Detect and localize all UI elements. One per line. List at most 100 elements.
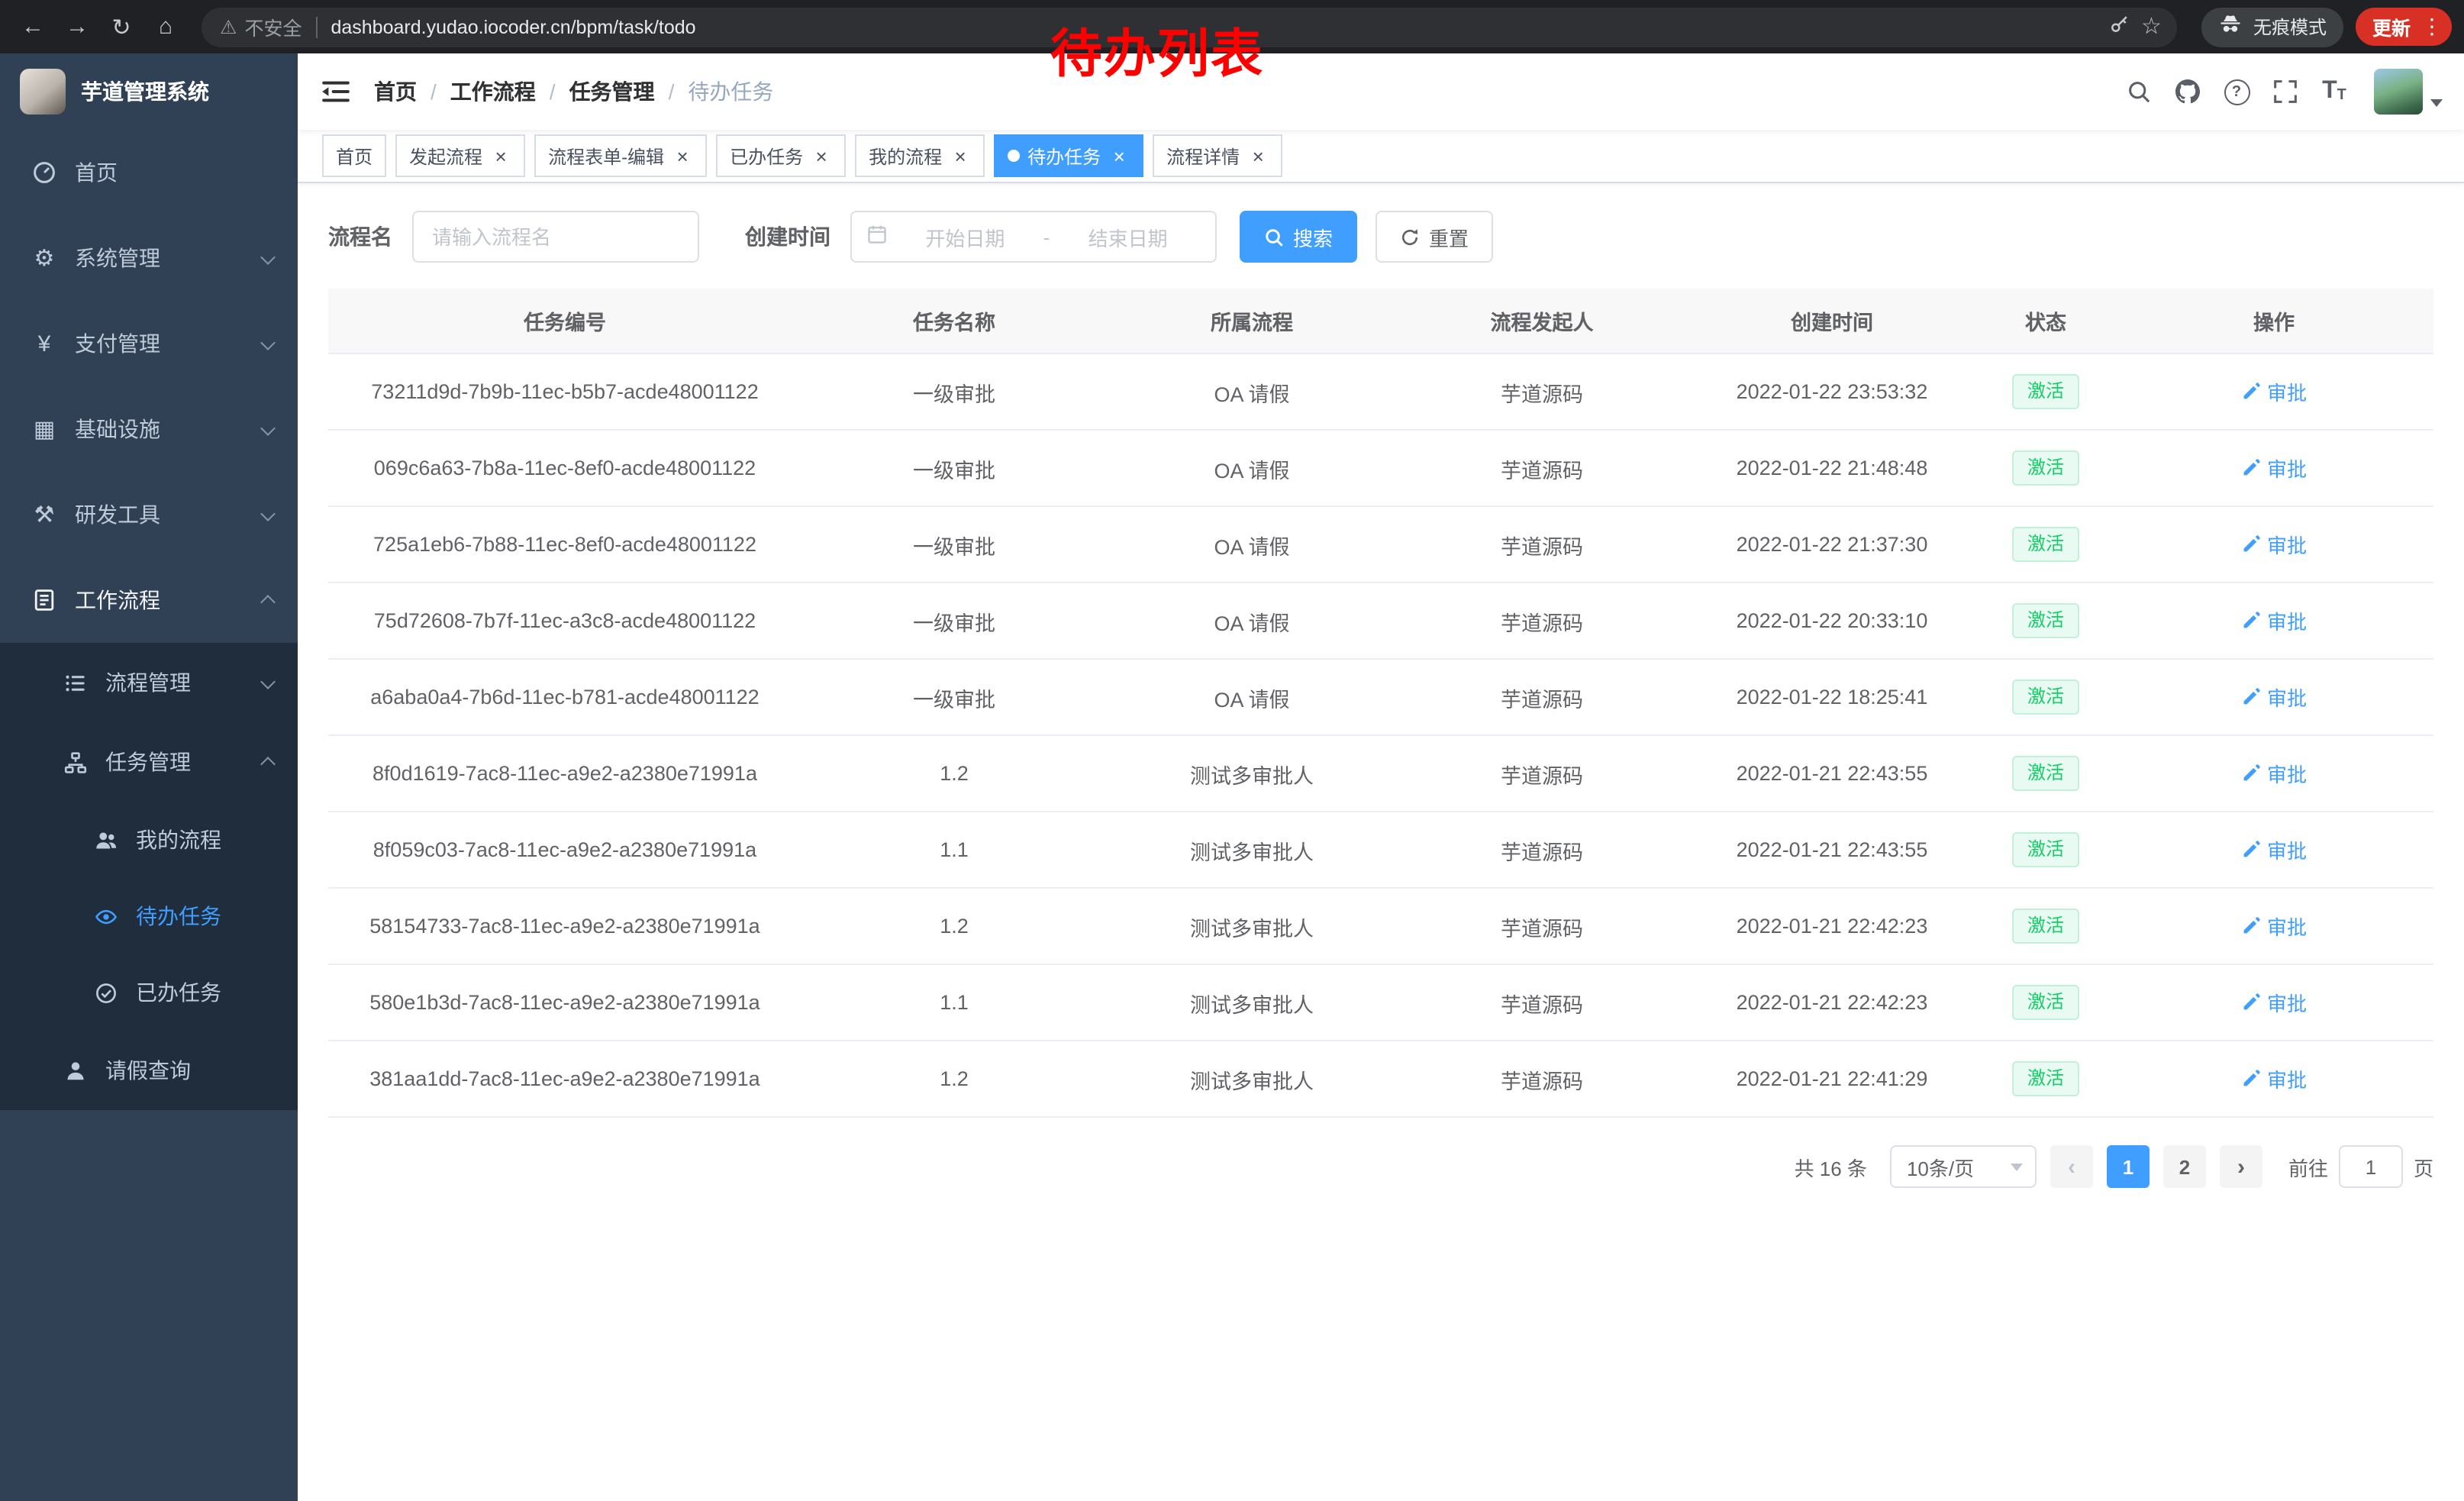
cell-status: 激活 bbox=[1977, 353, 2114, 430]
table-row: 73211d9d-7b9b-11ec-b5b7-acde48001122 一级审… bbox=[328, 353, 2433, 430]
fullscreen-icon[interactable] bbox=[2261, 53, 2310, 130]
close-icon[interactable]: × bbox=[490, 146, 511, 166]
browser-home-icon[interactable]: ⌂ bbox=[145, 6, 186, 47]
breadcrumb-workflow[interactable]: 工作流程 bbox=[417, 76, 536, 107]
cell-task-id: 725a1eb6-7b88-11ec-8ef0-acde48001122 bbox=[328, 506, 801, 583]
page-jump-input[interactable] bbox=[2339, 1145, 2403, 1188]
cell-process: 测试多审批人 bbox=[1107, 888, 1397, 964]
tab-todo-tasks[interactable]: 待办任务 × bbox=[994, 134, 1143, 177]
tab-my-processes[interactable]: 我的流程 × bbox=[855, 134, 985, 177]
close-icon[interactable]: × bbox=[672, 146, 693, 166]
approve-link[interactable]: 审批 bbox=[2241, 988, 2307, 1017]
approve-link[interactable]: 审批 bbox=[2241, 454, 2307, 483]
page-size-select[interactable]: 10条/页 bbox=[1890, 1145, 2037, 1188]
help-icon[interactable]: ? bbox=[2212, 53, 2261, 130]
sidebar-item-done-tasks[interactable]: 已办任务 bbox=[0, 954, 298, 1031]
breadcrumb-home[interactable]: 首页 bbox=[374, 76, 417, 107]
avatar[interactable] bbox=[2374, 69, 2423, 115]
cell-create-time: 2022-01-21 22:43:55 bbox=[1687, 735, 1977, 812]
table-row: 580e1b3d-7ac8-11ec-a9e2-a2380e71991a 1.1… bbox=[328, 964, 2433, 1041]
col-process: 所属流程 bbox=[1107, 289, 1397, 353]
cell-starter: 芋道源码 bbox=[1397, 430, 1687, 506]
approve-link[interactable]: 审批 bbox=[2241, 759, 2307, 788]
status-badge: 激活 bbox=[2012, 755, 2079, 791]
sidebar-collapse-icon[interactable] bbox=[298, 53, 374, 130]
close-icon[interactable]: × bbox=[950, 146, 971, 166]
close-icon[interactable]: × bbox=[1108, 146, 1130, 166]
browser-forward-icon[interactable]: → bbox=[56, 6, 98, 47]
chevron-down-icon bbox=[2011, 1163, 2023, 1170]
yen-icon: ¥ bbox=[31, 331, 58, 357]
page-button-1[interactable]: 1 bbox=[2107, 1145, 2150, 1188]
col-starter: 流程发起人 bbox=[1397, 289, 1687, 353]
reset-button[interactable]: 重置 bbox=[1376, 211, 1493, 263]
incognito-label: 无痕模式 bbox=[2253, 14, 2327, 40]
tab-start-process[interactable]: 发起流程 × bbox=[395, 134, 525, 177]
check-circle-icon bbox=[92, 981, 119, 1004]
app-logo-row[interactable]: 芋道管理系统 bbox=[0, 53, 298, 130]
cell-actions: 审批 bbox=[2114, 583, 2433, 659]
jump-label: 前往 bbox=[2288, 1152, 2328, 1181]
status-badge: 激活 bbox=[2012, 984, 2079, 1020]
cell-actions: 审批 bbox=[2114, 506, 2433, 583]
sidebar-item-process-mgmt[interactable]: 流程管理 bbox=[0, 643, 298, 722]
sidebar-item-devtools[interactable]: ⚒ 研发工具 bbox=[0, 472, 298, 557]
search-button[interactable]: 搜索 bbox=[1240, 211, 1357, 263]
sidebar-item-workflow[interactable]: 工作流程 bbox=[0, 557, 298, 643]
bookmark-star-icon[interactable]: ☆ bbox=[2141, 15, 2162, 38]
breadcrumb-task-mgmt[interactable]: 任务管理 bbox=[536, 76, 655, 107]
workflow-submenu: 流程管理 任务管理 我的流程 bbox=[0, 643, 298, 1110]
cell-starter: 芋道源码 bbox=[1397, 659, 1687, 735]
close-icon[interactable]: × bbox=[1247, 146, 1269, 166]
approve-link[interactable]: 审批 bbox=[2241, 606, 2307, 635]
chevron-up-icon bbox=[260, 757, 276, 772]
sidebar: 芋道管理系统 首页 ⚙ 系统管理 ¥ 支付管理 bbox=[0, 53, 298, 1501]
sidebar-item-todo-tasks[interactable]: 待办任务 bbox=[0, 878, 298, 954]
cell-task-id: 381aa1dd-7ac8-11ec-a9e2-a2380e71991a bbox=[328, 1041, 801, 1117]
sidebar-item-task-mgmt[interactable]: 任务管理 bbox=[0, 722, 298, 802]
cell-create-time: 2022-01-21 22:41:29 bbox=[1687, 1041, 1977, 1117]
sidebar-item-home[interactable]: 首页 bbox=[0, 130, 298, 215]
sidebar-item-my-processes[interactable]: 我的流程 bbox=[0, 802, 298, 878]
process-name-input[interactable] bbox=[412, 211, 699, 263]
app-logo-image bbox=[20, 69, 66, 115]
chevron-down-icon bbox=[260, 249, 276, 264]
close-icon[interactable]: × bbox=[811, 146, 832, 166]
sidebar-item-system[interactable]: ⚙ 系统管理 bbox=[0, 215, 298, 301]
github-icon[interactable] bbox=[2163, 53, 2212, 130]
tab-home[interactable]: 首页 bbox=[322, 134, 386, 177]
next-page-icon[interactable]: › bbox=[2220, 1145, 2262, 1188]
cell-task-id: 58154733-7ac8-11ec-a9e2-a2380e71991a bbox=[328, 888, 801, 964]
sidebar-item-payment[interactable]: ¥ 支付管理 bbox=[0, 301, 298, 386]
browser-reload-icon[interactable]: ↻ bbox=[101, 6, 142, 47]
cell-task-id: a6aba0a4-7b6d-11ec-b781-acde48001122 bbox=[328, 659, 801, 735]
date-range-picker[interactable]: 开始日期 - 结束日期 bbox=[850, 211, 1217, 263]
navbar: 首页 工作流程 任务管理 待办任务 ? TT bbox=[298, 53, 2464, 130]
tab-process-detail[interactable]: 流程详情 × bbox=[1153, 134, 1282, 177]
search-icon[interactable] bbox=[2114, 53, 2163, 130]
tab-done-tasks[interactable]: 已办任务 × bbox=[716, 134, 846, 177]
approve-link[interactable]: 审批 bbox=[2241, 530, 2307, 559]
password-key-icon[interactable] bbox=[2108, 14, 2129, 40]
browser-menu-icon[interactable]: ⋮ bbox=[2421, 14, 2443, 40]
approve-link[interactable]: 审批 bbox=[2241, 1064, 2307, 1093]
page-button-2[interactable]: 2 bbox=[2163, 1145, 2206, 1188]
sidebar-item-leave-query[interactable]: 请假查询 bbox=[0, 1031, 298, 1110]
approve-link[interactable]: 审批 bbox=[2241, 683, 2307, 712]
update-button[interactable]: 更新 ⋮ bbox=[2356, 8, 2452, 46]
user-menu[interactable] bbox=[2374, 69, 2443, 115]
cell-create-time: 2022-01-22 20:33:10 bbox=[1687, 583, 1977, 659]
table-row: 381aa1dd-7ac8-11ec-a9e2-a2380e71991a 1.2… bbox=[328, 1041, 2433, 1117]
approve-link[interactable]: 审批 bbox=[2241, 377, 2307, 406]
status-badge: 激活 bbox=[2012, 373, 2079, 409]
browser-back-icon[interactable]: ← bbox=[12, 6, 53, 47]
font-size-icon[interactable]: TT bbox=[2310, 53, 2359, 130]
infrastructure-icon: ▦ bbox=[31, 415, 58, 443]
approve-link[interactable]: 审批 bbox=[2241, 835, 2307, 864]
tab-process-form-edit[interactable]: 流程表单-编辑 × bbox=[534, 134, 707, 177]
cell-create-time: 2022-01-22 21:48:48 bbox=[1687, 430, 1977, 506]
cell-status: 激活 bbox=[1977, 506, 2114, 583]
prev-page-icon[interactable]: ‹ bbox=[2050, 1145, 2093, 1188]
approve-link[interactable]: 审批 bbox=[2241, 912, 2307, 941]
sidebar-item-infra[interactable]: ▦ 基础设施 bbox=[0, 386, 298, 472]
